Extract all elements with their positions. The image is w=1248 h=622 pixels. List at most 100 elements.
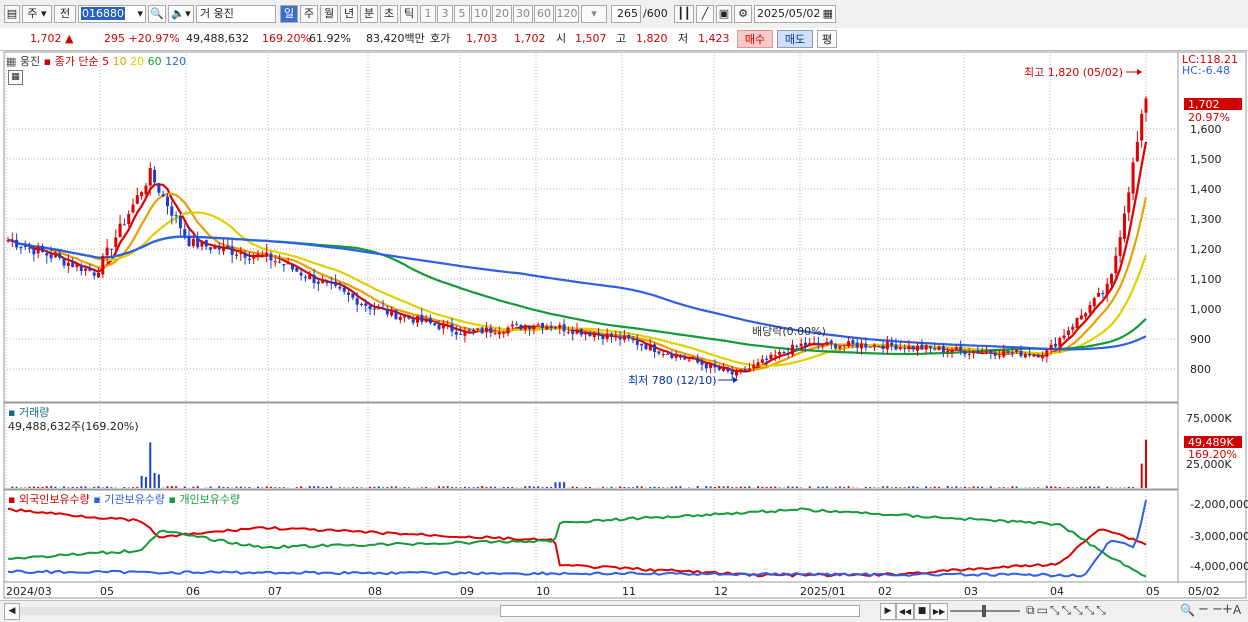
chevron-down-icon[interactable]: ▾	[137, 6, 143, 22]
legend-ma5: 5	[102, 55, 109, 68]
volume-bar	[37, 487, 39, 488]
price-tick-label: 1,000	[1190, 303, 1222, 316]
period-second-button[interactable]: 초	[380, 5, 398, 23]
chart-tools-icons[interactable]: ⧉▭⤡⤡⤡⤡⤡	[1026, 603, 1108, 618]
candle-body	[1114, 256, 1117, 273]
candle-body	[1140, 114, 1143, 140]
count-input[interactable]: 265	[611, 5, 641, 23]
candle-body	[325, 282, 328, 283]
forward-button[interactable]: ▶▶	[930, 603, 948, 620]
draw-line-icon[interactable]: ╱	[696, 5, 714, 23]
period-minute-button[interactable]: 분	[360, 5, 378, 23]
volume-bar	[29, 487, 31, 488]
candle-body	[24, 246, 27, 247]
volume-bar	[313, 486, 315, 488]
volume-bar	[718, 486, 720, 488]
volume-bar	[270, 487, 272, 488]
candle-body	[481, 328, 484, 334]
stock-name-field[interactable]: 거 웅진	[196, 5, 276, 23]
save-icon[interactable]: ▣	[716, 5, 732, 23]
volume-bar	[455, 487, 457, 488]
candle-body	[360, 304, 363, 305]
period-tick-button[interactable]: 틱	[400, 5, 418, 23]
price-change: 295 +20.97%	[104, 31, 180, 47]
scrollbar-thumb[interactable]	[500, 605, 860, 617]
volume-pane[interactable]	[4, 403, 1178, 489]
zoom-in-icon[interactable]: +	[1222, 602, 1233, 617]
volume-bar	[296, 487, 298, 488]
zoom-slider-handle[interactable]	[982, 605, 986, 617]
candle-body	[489, 328, 492, 333]
volume-bar	[106, 486, 108, 488]
grid-icon[interactable]: ▦	[6, 55, 16, 68]
interval-select[interactable]: ▾	[581, 5, 607, 23]
turnover-rate: 61.92%	[309, 31, 351, 47]
volume-bar	[451, 487, 453, 488]
date-input[interactable]: 2025/05/02 ▦	[754, 5, 836, 23]
chart-canvas[interactable]: LC:118.21 HC:-6.48 1,6001,5001,4001,3001…	[0, 50, 1248, 600]
scroll-left-button[interactable]: ◀	[4, 603, 20, 620]
stop-button[interactable]: ■	[914, 603, 930, 620]
sell-button[interactable]: 매도	[777, 30, 813, 48]
interval-1-button[interactable]: 1	[420, 5, 436, 23]
period-year-button[interactable]: 년	[340, 5, 358, 23]
candle-body	[19, 247, 22, 248]
interval-10-button[interactable]: 10	[471, 5, 491, 23]
candle-body	[239, 253, 242, 254]
search-icon[interactable]: 🔍	[148, 5, 166, 23]
eval-button[interactable]: 평	[817, 30, 837, 48]
candle-body	[537, 324, 540, 325]
candle-body	[769, 355, 772, 359]
candle-body	[963, 351, 966, 354]
candle-body	[907, 346, 910, 349]
period-month-button[interactable]: 월	[320, 5, 338, 23]
candle-body	[511, 325, 514, 327]
speaker-icon[interactable]: 🔈▾	[168, 5, 194, 23]
candle-body	[1024, 354, 1027, 357]
buy-button[interactable]: 매수	[737, 30, 773, 48]
candle-body	[144, 186, 147, 194]
font-size-icon[interactable]: A	[1233, 603, 1241, 617]
rewind-button[interactable]: ◀◀	[896, 603, 914, 620]
volume-bar	[460, 487, 462, 488]
chart-area[interactable]: LC:118.21 HC:-6.48 1,6001,5001,4001,3001…	[0, 50, 1248, 600]
legend-stock-name[interactable]: 웅진	[20, 55, 40, 68]
zoom-icon[interactable]: 🔍	[1180, 603, 1195, 617]
interval-60-button[interactable]: 60	[534, 5, 554, 23]
interval-20-button[interactable]: 20	[492, 5, 512, 23]
period-day-button[interactable]: 일	[280, 5, 298, 23]
play-button[interactable]: ▶	[880, 603, 896, 620]
interval-30-button[interactable]: 30	[513, 5, 533, 23]
calendar-icon[interactable]: ▦	[823, 6, 833, 22]
candle-body	[800, 344, 803, 346]
market-select[interactable]: 주 ▾	[22, 5, 52, 23]
candle-body	[1084, 313, 1087, 316]
candle-body	[11, 241, 14, 242]
candle-body	[567, 332, 570, 333]
zoom-out-icon[interactable]: −	[1198, 602, 1209, 617]
candle-body	[373, 308, 376, 309]
interval-5-button[interactable]: 5	[454, 5, 470, 23]
candle-body	[200, 241, 203, 246]
window-menu-icon[interactable]: ▤	[4, 5, 20, 23]
price-info-bar: 1,702 ▲ 295 +20.97% 49,488,632 169.20% 6…	[0, 28, 1248, 51]
table-toggle-icon[interactable]: ▦	[8, 70, 23, 85]
gear-icon[interactable]: ⚙	[734, 5, 752, 23]
candle-body	[248, 259, 251, 260]
period-prefix[interactable]: 전	[54, 5, 76, 23]
candle-type-icon[interactable]: ┃┃	[674, 5, 694, 23]
candle-body	[106, 248, 109, 256]
period-week-button[interactable]: 주	[300, 5, 318, 23]
volume-bar	[960, 487, 962, 488]
candle-body	[856, 343, 859, 348]
volume-bar	[438, 486, 440, 488]
candle-body	[50, 255, 53, 259]
candle-body	[213, 247, 216, 249]
volume-bar	[1037, 487, 1039, 488]
interval-3-button[interactable]: 3	[437, 5, 453, 23]
volume-bar	[964, 487, 966, 488]
interval-120-button[interactable]: 120	[555, 5, 579, 23]
volume-bar	[218, 486, 220, 488]
stock-code-input[interactable]: 016880 ▾	[78, 5, 146, 23]
candle-body	[438, 325, 441, 329]
